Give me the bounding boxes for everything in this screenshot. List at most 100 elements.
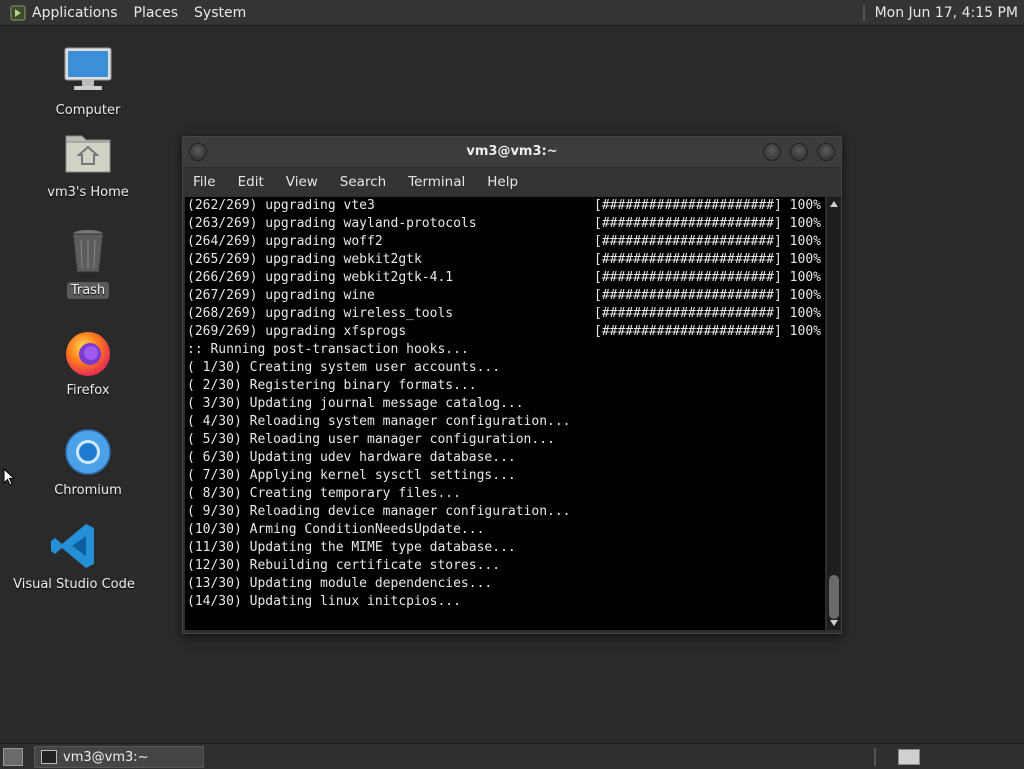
desktop-icon-label: vm3's Home (47, 185, 129, 200)
menu-edit[interactable]: Edit (238, 174, 264, 190)
terminal-output[interactable]: (262/269) upgrading vte3 [###############… (185, 197, 825, 630)
terminal-menubar: File Edit View Search Terminal Help (183, 168, 841, 196)
desktop-icon-vscode[interactable]: Visual Studio Code (9, 518, 139, 593)
terminal-line: (269/269) upgrading xfsprogs [###########… (185, 323, 825, 341)
maximize-button[interactable] (790, 143, 808, 161)
terminal-line: ( 4/30) Reloading system manager configu… (185, 413, 825, 431)
terminal-line-text: ( 8/30) Creating temporary files... (187, 486, 461, 501)
panel-separator (874, 748, 876, 766)
trash-icon (60, 224, 116, 280)
menu-file[interactable]: File (193, 174, 216, 190)
terminal-line: (12/30) Rebuilding certificate stores... (185, 557, 825, 575)
terminal-line-text: ( 1/30) Creating system user accounts... (187, 360, 501, 375)
terminal-line-text: :: Running post-transaction hooks... (187, 342, 469, 357)
terminal-line-text: (269/269) upgrading xfsprogs (187, 324, 407, 339)
terminal-icon (41, 750, 57, 764)
terminal-line-text: ( 7/30) Applying kernel sysctl settings.… (187, 468, 516, 483)
panel-separator (862, 4, 865, 21)
minimize-button[interactable] (763, 143, 781, 161)
terminal-line-text: (13/30) Updating module dependencies... (187, 576, 493, 591)
progress-bar-text: [######################] 100% (594, 234, 821, 249)
system-menu[interactable]: System (194, 5, 246, 21)
terminal-line: (14/30) Updating linux initcpios... (185, 593, 825, 611)
window-title: vm3@vm3:~ (466, 144, 558, 159)
terminal-line-text: ( 4/30) Reloading system manager configu… (187, 414, 571, 429)
terminal-line: ( 1/30) Creating system user accounts... (185, 359, 825, 377)
desktop-icon-label: Trash (66, 282, 110, 299)
terminal-line: ( 6/30) Updating udev hardware database.… (185, 449, 825, 467)
terminal-line: (10/30) Arming ConditionNeedsUpdate... (185, 521, 825, 539)
desktop-icon-trash[interactable]: Trash (23, 224, 153, 299)
terminal-line: (13/30) Updating module dependencies... (185, 575, 825, 593)
terminal-line: (268/269) upgrading wireless_tools [#####… (185, 305, 825, 323)
menu-view[interactable]: View (286, 174, 318, 190)
menu-help[interactable]: Help (487, 174, 518, 190)
terminal-line-text: (265/269) upgrading webkit2gtk (187, 252, 422, 267)
terminal-line-text: (262/269) upgrading vte3 (187, 198, 375, 213)
terminal-line: ( 3/30) Updating journal message catalog… (185, 395, 825, 413)
firefox-icon (60, 324, 116, 380)
progress-bar-text: [######################] 100% (594, 306, 821, 321)
taskbar-window-label: vm3@vm3:~ (63, 749, 149, 765)
taskbar-window-button[interactable]: vm3@vm3:~ (34, 746, 204, 768)
progress-bar-text: [######################] 100% (594, 270, 821, 285)
terminal-line: ( 8/30) Creating temporary files... (185, 485, 825, 503)
terminal-line: (267/269) upgrading wine [###############… (185, 287, 825, 305)
menu-search[interactable]: Search (340, 174, 386, 190)
terminal-line: (264/269) upgrading woff2 [##############… (185, 233, 825, 251)
terminal-line: (263/269) upgrading wayland-protocols [##… (185, 215, 825, 233)
terminal-line-text: (267/269) upgrading wine (187, 288, 375, 303)
terminal-line-text: (11/30) Updating the MIME type database.… (187, 540, 516, 555)
terminal-line-text: (266/269) upgrading webkit2gtk-4.1 (187, 270, 454, 285)
desktop-icon-firefox[interactable]: Firefox (23, 324, 153, 399)
terminal-line-text: (268/269) upgrading wireless_tools (187, 306, 454, 321)
applications-menu[interactable]: Applications (32, 5, 118, 21)
desktop-icon-computer[interactable]: Computer (23, 44, 153, 119)
progress-bar-text: [######################] 100% (594, 324, 821, 339)
terminal-line-text: (263/269) upgrading wayland-protocols (187, 216, 477, 231)
terminal-line: (265/269) upgrading webkit2gtk [#########… (185, 251, 825, 269)
window-titlebar[interactable]: vm3@vm3:~ (183, 137, 841, 168)
clock[interactable]: Mon Jun 17, 4:15 PM (875, 5, 1018, 21)
terminal-line-text: ( 6/30) Updating udev hardware database.… (187, 450, 516, 465)
terminal-line-text: ( 2/30) Registering binary formats... (187, 378, 477, 393)
terminal-line: ( 7/30) Applying kernel sysctl settings.… (185, 467, 825, 485)
home-folder-icon (60, 126, 116, 182)
mouse-cursor-icon (3, 467, 16, 490)
terminal-line-text: (12/30) Rebuilding certificate stores... (187, 558, 501, 573)
desktop-icon-chromium[interactable]: Chromium (23, 424, 153, 499)
desktop-icon-label: Firefox (66, 383, 110, 398)
show-desktop-icon[interactable] (3, 748, 23, 766)
terminal-line: ( 9/30) Reloading device manager configu… (185, 503, 825, 521)
desktop-icon-home[interactable]: vm3's Home (23, 126, 153, 201)
scroll-down-arrow-icon[interactable] (830, 620, 838, 626)
workspace-switcher[interactable] (898, 749, 920, 765)
desktop-icon-label: Visual Studio Code (13, 577, 135, 592)
close-button[interactable] (817, 143, 835, 161)
menu-terminal[interactable]: Terminal (408, 174, 465, 190)
top-panel: Applications Places System Mon Jun 17, 4… (0, 0, 1024, 26)
menu-logo-icon[interactable] (10, 5, 26, 21)
progress-bar-text: [######################] 100% (594, 216, 821, 231)
desktop-icon-label: Computer (55, 103, 121, 118)
progress-bar-text: [######################] 100% (594, 198, 821, 213)
terminal-scrollbar[interactable] (827, 197, 841, 630)
terminal-line: (262/269) upgrading vte3 [###############… (185, 197, 825, 215)
places-menu[interactable]: Places (134, 5, 179, 21)
terminal-line-text: ( 5/30) Reloading user manager configura… (187, 432, 555, 447)
terminal-line: :: Running post-transaction hooks... (185, 341, 825, 359)
bottom-panel: vm3@vm3:~ (0, 743, 1024, 769)
desktop-icon-label: Chromium (54, 483, 122, 498)
progress-bar-text: [######################] 100% (594, 288, 821, 303)
terminal-line: ( 5/30) Reloading user manager configura… (185, 431, 825, 449)
terminal-line-text: (10/30) Arming ConditionNeedsUpdate... (187, 522, 485, 537)
scrollbar-thumb[interactable] (829, 575, 839, 619)
terminal-line: (11/30) Updating the MIME type database.… (185, 539, 825, 557)
chromium-icon (60, 424, 116, 480)
progress-bar-text: [######################] 100% (594, 252, 821, 267)
terminal-line: (266/269) upgrading webkit2gtk-4.1 [#####… (185, 269, 825, 287)
computer-icon (60, 44, 116, 100)
terminal-window[interactable]: vm3@vm3:~ File Edit View Search Terminal… (182, 136, 842, 634)
scroll-up-arrow-icon[interactable] (830, 201, 838, 207)
terminal-line: ( 2/30) Registering binary formats... (185, 377, 825, 395)
